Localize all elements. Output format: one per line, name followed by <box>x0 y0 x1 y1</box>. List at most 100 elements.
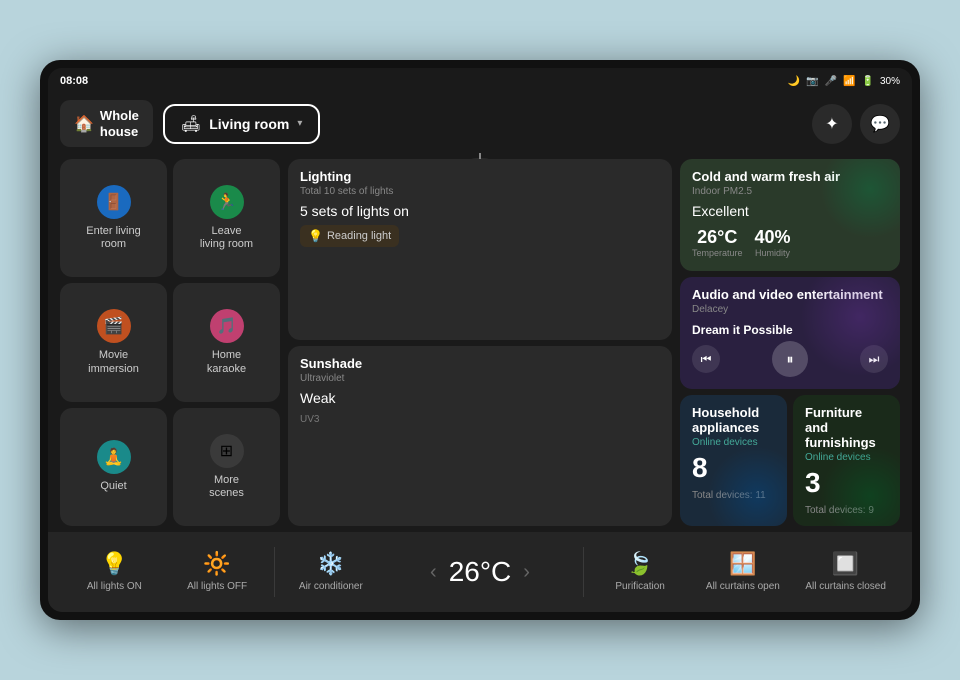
prev-button[interactable]: ⏮ <box>692 345 720 373</box>
scene-quiet[interactable]: 🧘 Quiet <box>60 408 167 526</box>
all-lights-on-label: All lights ON <box>87 581 142 593</box>
temperature-value: 26°C <box>697 227 737 248</box>
purification-button[interactable]: 🍃 Purification <box>594 551 687 593</box>
moon-icon: 🌙 <box>788 76 800 87</box>
air-title: Cold and warm fresh air <box>692 169 888 184</box>
temperature-metric: 26°C Temperature <box>692 227 743 258</box>
lighting-title: Lighting <box>300 169 660 184</box>
appliances-total: Total devices: 11 <box>692 490 775 501</box>
purification-label: Purification <box>615 581 664 593</box>
enter-icon: 🚪 <box>97 185 131 219</box>
quiet-icon: 🧘 <box>97 440 131 474</box>
reading-light-label: Reading light <box>327 230 391 242</box>
curtains-closed-label: All curtains closed <box>805 581 886 593</box>
audio-controls: ⏮ ⏸ ⏭ <box>692 341 888 377</box>
center-panel: Lighting Total 10 sets of lights 5 sets … <box>288 159 672 526</box>
pause-button[interactable]: ⏸ <box>772 341 808 377</box>
temp-increase-button[interactable]: › <box>523 561 530 584</box>
bottom-divider-2 <box>583 547 584 597</box>
furniture-title: Furniture and furnishings <box>805 405 888 450</box>
next-button[interactable]: ⏭ <box>860 345 888 373</box>
wifi-icon: 📶 <box>843 76 855 87</box>
message-button[interactable]: 💬 <box>860 104 900 144</box>
temp-decrease-button[interactable]: ‹ <box>430 561 437 584</box>
furniture-total: Total devices: 9 <box>805 505 888 516</box>
purification-icon: 🍃 <box>626 551 653 577</box>
all-lights-off-label: All lights OFF <box>187 581 247 593</box>
air-conditioner-button[interactable]: ❄️ Air conditioner <box>285 551 378 593</box>
temperature-label: Temperature <box>692 248 743 258</box>
whole-house-label: Whole house <box>100 108 139 139</box>
leave-icon: 🏃 <box>210 185 244 219</box>
scene-more[interactable]: ⊞ Morescenes <box>173 408 280 526</box>
sparkle-button[interactable]: ✦ <box>812 104 852 144</box>
sunshade-title: Sunshade <box>300 356 660 371</box>
scene-enter-label: Enter livingroom <box>86 225 140 251</box>
lighting-card: Lighting Total 10 sets of lights 5 sets … <box>288 159 672 339</box>
curtains-open-icon: 🪟 <box>729 551 756 577</box>
ac-label: Air conditioner <box>299 581 363 593</box>
curtains-closed-icon: 🔲 <box>832 551 859 577</box>
sunshade-value: Weak <box>300 390 660 406</box>
light-icon: 💡 <box>308 229 323 243</box>
air-metrics: 26°C Temperature 40% Humidity <box>692 227 888 258</box>
bottom-divider-1 <box>274 547 275 597</box>
curtains-open-label: All curtains open <box>706 581 780 593</box>
scene-karaoke-label: Homekaraoke <box>207 349 246 375</box>
lighting-value: 5 sets of lights on <box>300 203 660 219</box>
air-quality: Excellent <box>692 203 888 219</box>
scene-leave-label: Leaveliving room <box>200 225 253 251</box>
scene-movie-label: Movieimmersion <box>88 349 139 375</box>
curtains-closed-button[interactable]: 🔲 All curtains closed <box>799 551 892 593</box>
all-lights-on-button[interactable]: 💡 All lights ON <box>68 551 161 593</box>
lighting-subtitle: Total 10 sets of lights <box>300 186 660 197</box>
humidity-value: 40% <box>755 227 791 248</box>
all-lights-off-button[interactable]: 🔆 All lights OFF <box>171 551 264 593</box>
more-icon: ⊞ <box>210 434 244 468</box>
bottom-bar: 💡 All lights ON 🔆 All lights OFF ❄️ Air … <box>48 532 912 612</box>
scene-movie[interactable]: 🎬 Movieimmersion <box>60 283 167 401</box>
screen: 08:08 🌙 📷 🎤 📶 🔋 30% 🏠 Whole house 🛋 <box>48 68 912 612</box>
furniture-online-label: Online devices <box>805 452 888 463</box>
appliances-card: Household appliances Online devices 8 To… <box>680 395 787 526</box>
nav-right-buttons: ✦ 💬 <box>812 104 900 144</box>
scene-quiet-label: Quiet <box>100 480 126 493</box>
appliances-online-label: Online devices <box>692 437 775 448</box>
lights-on-icon: 💡 <box>101 551 128 577</box>
audio-card: Audio and video entertainment Delacey Dr… <box>680 277 900 389</box>
curtains-open-button[interactable]: 🪟 All curtains open <box>697 551 790 593</box>
mic-icon: 🎤 <box>825 76 837 87</box>
nav-bar: 🏠 Whole house 🛋 Living room ▾ ✦ 💬 <box>48 94 912 153</box>
sunshade-subtitle: Ultraviolet <box>300 373 660 384</box>
status-time: 08:08 <box>60 75 88 87</box>
right-bottom-row: Household appliances Online devices 8 To… <box>680 395 900 526</box>
furniture-card: Furniture and furnishings Online devices… <box>793 395 900 526</box>
karaoke-icon: 🎵 <box>210 309 244 343</box>
living-room-button[interactable]: 🛋 Living room ▾ <box>163 104 320 144</box>
sofa-icon: 🛋 <box>181 114 201 134</box>
air-card: Cold and warm fresh air Indoor PM2.5 Exc… <box>680 159 900 271</box>
uv-badge: UV3 <box>300 414 660 425</box>
sunshade-card: Sunshade Ultraviolet Weak UV3 <box>288 346 672 526</box>
battery-percent: 30% <box>880 76 900 87</box>
battery-icon: 🔋 <box>862 76 874 87</box>
appliances-count: 8 <box>692 452 775 484</box>
status-bar: 08:08 🌙 📷 🎤 📶 🔋 30% <box>48 68 912 94</box>
lights-off-icon: 🔆 <box>203 551 230 577</box>
whole-house-button[interactable]: 🏠 Whole house <box>60 100 153 147</box>
appliances-title: Household appliances <box>692 405 775 435</box>
audio-song: Dream it Possible <box>692 323 888 337</box>
scene-leave-living[interactable]: 🏃 Leaveliving room <box>173 159 280 277</box>
temperature-display: 26°C <box>449 556 512 588</box>
audio-title: Audio and video entertainment <box>692 287 888 302</box>
chevron-down-icon: ▾ <box>297 118 302 129</box>
humidity-label: Humidity <box>755 248 790 258</box>
device-frame: 08:08 🌙 📷 🎤 📶 🔋 30% 🏠 Whole house 🛋 <box>40 60 920 620</box>
status-icons: 🌙 📷 🎤 📶 🔋 30% <box>788 76 900 87</box>
air-subtitle: Indoor PM2.5 <box>692 186 888 197</box>
reading-light-badge[interactable]: 💡 Reading light <box>300 225 399 247</box>
scene-karaoke[interactable]: 🎵 Homekaraoke <box>173 283 280 401</box>
furniture-count: 3 <box>805 467 888 499</box>
right-panel: Cold and warm fresh air Indoor PM2.5 Exc… <box>680 159 900 526</box>
scene-enter-living[interactable]: 🚪 Enter livingroom <box>60 159 167 277</box>
